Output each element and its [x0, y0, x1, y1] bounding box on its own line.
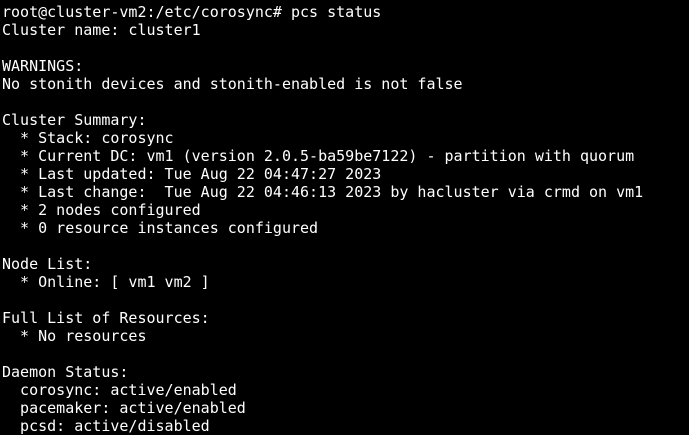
node-list-heading: Node List:: [2, 255, 93, 273]
warning-message: No stonith devices and stonith-enabled i…: [2, 75, 463, 93]
summary-resources-line: * 0 resource instances configured: [2, 219, 319, 237]
no-resources-line: * No resources: [2, 327, 147, 345]
summary-current-dc-line: * Current DC: vm1 (version 2.0.5-ba59be7…: [2, 147, 635, 165]
node-online-line: * Online: [ vm1 vm2 ]: [2, 273, 210, 291]
warnings-heading: WARNINGS:: [2, 57, 84, 75]
cluster-name-line: Cluster name: cluster1: [2, 21, 201, 39]
daemon-pcsd-line: pcsd: active/disabled: [2, 417, 210, 435]
cluster-summary-heading: Cluster Summary:: [2, 111, 147, 129]
summary-last-change-line: * Last change: Tue Aug 22 04:46:13 2023 …: [2, 183, 644, 201]
summary-nodes-line: * 2 nodes configured: [2, 201, 201, 219]
command-prompt-line: root@cluster-vm2:/etc/corosync# pcs stat…: [2, 3, 382, 21]
daemon-pacemaker-line: pacemaker: active/enabled: [2, 399, 246, 417]
daemon-corosync-line: corosync: active/enabled: [2, 381, 237, 399]
daemon-status-heading: Daemon Status:: [2, 363, 129, 381]
terminal-window[interactable]: root@cluster-vm2:/etc/corosync# pcs stat…: [0, 0, 689, 435]
summary-last-updated-line: * Last updated: Tue Aug 22 04:47:27 2023: [2, 165, 382, 183]
resources-heading: Full List of Resources:: [2, 309, 210, 327]
summary-stack-line: * Stack: corosync: [2, 129, 174, 147]
